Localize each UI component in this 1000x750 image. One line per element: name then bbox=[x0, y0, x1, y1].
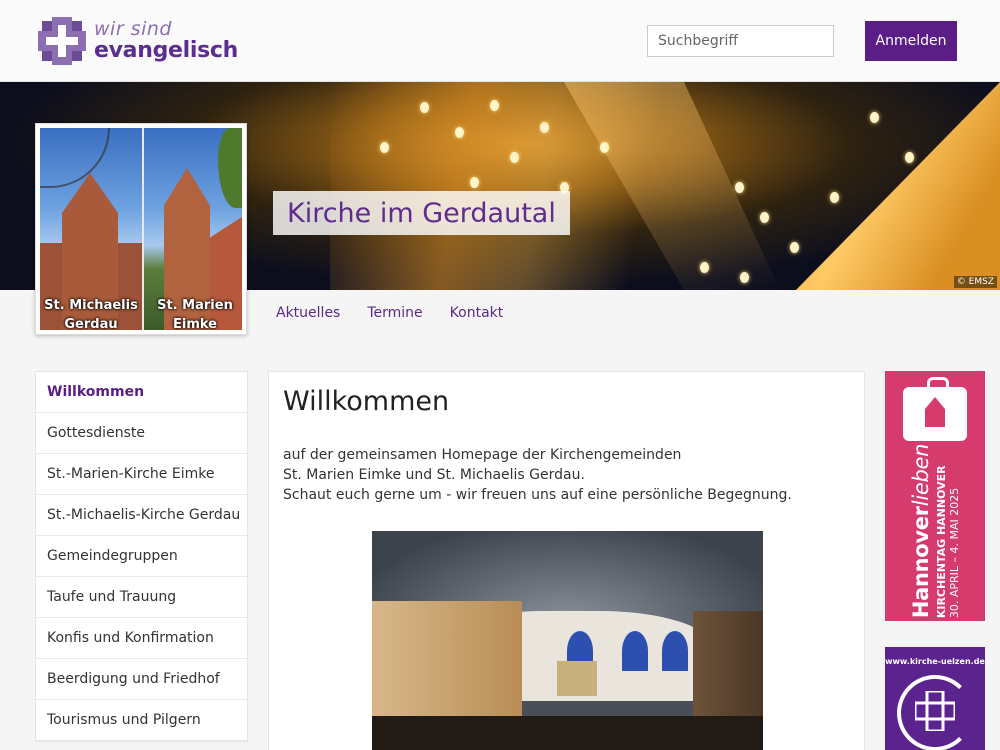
suitcase-icon bbox=[903, 377, 967, 441]
sidebar-item-gemeindegruppen[interactable]: Gemeindegruppen bbox=[36, 536, 247, 577]
image-credit: © EMSZ bbox=[953, 276, 997, 288]
site-logo[interactable]: wir sind evangelisch bbox=[38, 17, 238, 65]
kirchentag-title: KIRCHENTAG HANNOVER bbox=[935, 465, 948, 619]
sidebar-item-marien-eimke[interactable]: St.-Marien-Kirche Eimke bbox=[36, 454, 247, 495]
login-button[interactable]: Anmelden bbox=[865, 21, 957, 61]
kirchentag-banner[interactable]: Hannoverlieben KIRCHENTAG HANNOVER 30. A… bbox=[885, 371, 985, 621]
photo-label-eimke: St. Marien Eimke bbox=[157, 298, 233, 330]
kirchentag-slogan: Hannoverlieben bbox=[909, 443, 933, 619]
photo-label-gerdau: St. Michaelis Gerdau bbox=[44, 298, 138, 330]
nav-aktuelles[interactable]: Aktuelles bbox=[276, 305, 340, 321]
site-title: Kirche im Gerdautal bbox=[273, 191, 570, 235]
sidebar-item-michaelis-gerdau[interactable]: St.-Michaelis-Kirche Gerdau bbox=[36, 495, 247, 536]
nav-termine[interactable]: Termine bbox=[367, 305, 422, 321]
sidebar-item-beerdigung[interactable]: Beerdigung und Friedhof bbox=[36, 659, 247, 700]
page-title: Willkommen bbox=[283, 386, 450, 417]
kirchentag-dates: 30. APRIL – 4. MAI 2025 bbox=[948, 487, 961, 619]
church-interior-image bbox=[372, 531, 763, 750]
sidebar-item-willkommen[interactable]: Willkommen bbox=[36, 372, 247, 413]
church-photo: St. Michaelis Gerdau St. Marien Eimke bbox=[35, 123, 247, 335]
sidebar-item-tourismus[interactable]: Tourismus und Pilgern bbox=[36, 700, 247, 741]
main-content: Willkommen auf der gemeinsamen Homepage … bbox=[268, 371, 865, 750]
logo-name: evangelisch bbox=[94, 38, 239, 63]
kirche-uelzen-url: www.kirche-uelzen.de bbox=[885, 657, 985, 666]
site-header: wir sind evangelisch Anmelden bbox=[0, 0, 1000, 82]
sidebar-item-taufe-trauung[interactable]: Taufe und Trauung bbox=[36, 577, 247, 618]
sidebar-menu: Willkommen Gottesdienste St.-Marien-Kirc… bbox=[35, 371, 248, 742]
sidebar-item-konfirmation[interactable]: Konfis und Konfirmation bbox=[36, 618, 247, 659]
top-navigation: Aktuelles Termine Kontakt bbox=[276, 305, 530, 321]
cross-icon bbox=[915, 691, 955, 731]
cross-logo-icon bbox=[38, 17, 86, 65]
sidebar-item-gottesdienste[interactable]: Gottesdienste bbox=[36, 413, 247, 454]
logo-tagline: wir sind bbox=[94, 18, 172, 40]
kirche-uelzen-banner[interactable]: www.kirche-uelzen.de bbox=[885, 647, 985, 750]
intro-text: auf der gemeinsamen Homepage der Kirchen… bbox=[283, 447, 792, 503]
nav-kontakt[interactable]: Kontakt bbox=[450, 305, 504, 321]
search-input[interactable] bbox=[647, 25, 834, 57]
